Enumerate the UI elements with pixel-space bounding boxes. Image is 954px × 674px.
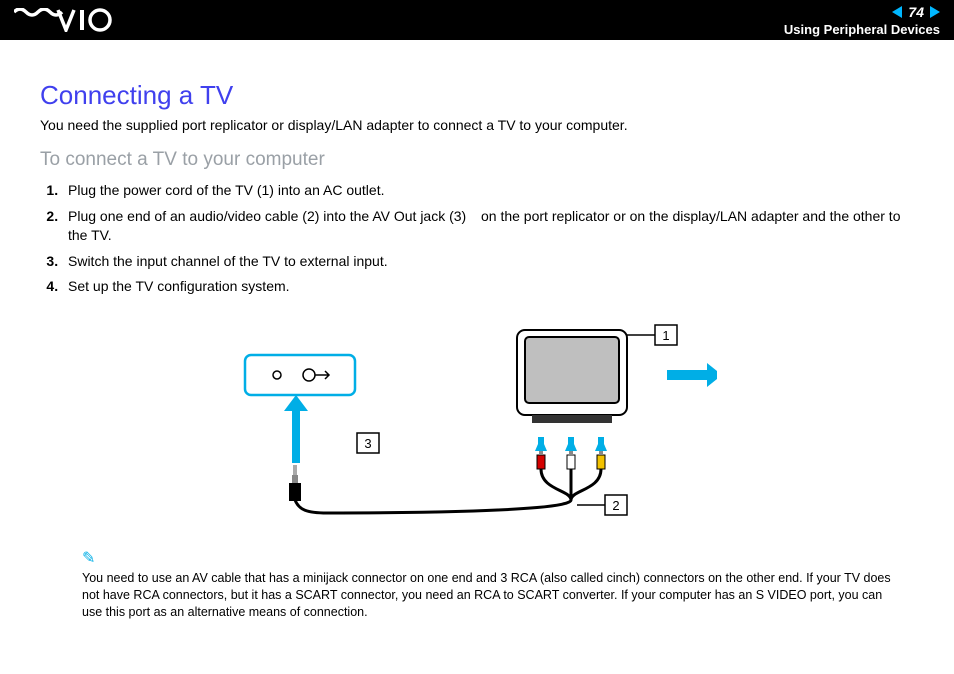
page-number: 74: [908, 4, 924, 20]
next-page-icon[interactable]: [930, 6, 940, 18]
step-item: Plug one end of an audio/video cable (2)…: [62, 207, 914, 246]
pencil-note-icon: ✎: [82, 548, 894, 568]
step-item: Plug the power cord of the TV (1) into a…: [62, 181, 914, 201]
header-right: 74 Using Peripheral Devices: [784, 4, 940, 37]
header-bar: 74 Using Peripheral Devices: [0, 0, 954, 40]
page-title: Connecting a TV: [40, 80, 914, 111]
subheading: To connect a TV to your computer: [40, 149, 914, 171]
callout-2: 2: [612, 498, 619, 513]
callout-1: 1: [662, 328, 669, 343]
step-item: Switch the input channel of the TV to ex…: [62, 252, 914, 272]
page-content: Connecting a TV You need the supplied po…: [0, 40, 954, 641]
intro-text: You need the supplied port replicator or…: [40, 117, 914, 133]
arrow-right-power: [667, 363, 717, 387]
note-text: You need to use an AV cable that has a m…: [82, 570, 894, 621]
vaio-logo: [14, 8, 124, 32]
connection-diagram: 1: [237, 315, 717, 530]
prev-page-icon[interactable]: [892, 6, 902, 18]
section-title: Using Peripheral Devices: [784, 22, 940, 37]
callout-3: 3: [364, 436, 371, 451]
page-navigator: 74: [892, 4, 940, 20]
steps-list: Plug the power cord of the TV (1) into a…: [40, 181, 914, 297]
step-item: Set up the TV configuration system.: [62, 277, 914, 297]
note-block: ✎ You need to use an AV cable that has a…: [40, 548, 914, 621]
